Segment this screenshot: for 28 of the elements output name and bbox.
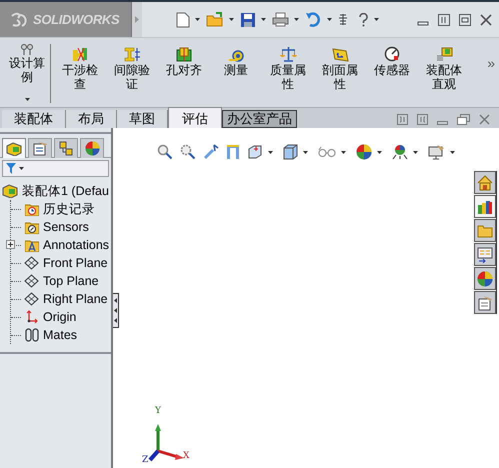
axis-label: X bbox=[183, 452, 190, 461]
tool-button[interactable]: 孔对齐 bbox=[165, 44, 203, 77]
study-button[interactable]: 设计算例 bbox=[0, 44, 50, 101]
tree-item[interactable]: Annotations bbox=[43, 236, 110, 254]
tree-item[interactable]: Right Plane bbox=[43, 290, 108, 308]
tree-item[interactable]: Sensors bbox=[43, 218, 89, 236]
more-button[interactable]: » bbox=[487, 56, 495, 70]
tree-item[interactable]: Front Plane bbox=[43, 254, 108, 272]
tool-button[interactable]: 装配体直观 bbox=[425, 44, 463, 91]
ribbon-tab[interactable]: 布局 bbox=[66, 110, 117, 128]
ribbon-tab[interactable]: 草图 bbox=[117, 110, 168, 128]
tree-item[interactable]: 装配体1 (Defau bbox=[22, 182, 109, 200]
tool-button[interactable]: 间隙验证 bbox=[113, 44, 151, 91]
tree-item[interactable]: Origin bbox=[43, 308, 76, 326]
ribbon-tab[interactable]: 办公室产品 bbox=[222, 110, 297, 128]
axis-label: Z bbox=[142, 456, 148, 465]
tree-item[interactable]: Mates bbox=[43, 326, 78, 344]
tool-button[interactable]: 质量属性 bbox=[269, 44, 307, 91]
tool-button[interactable]: 干涉检查 bbox=[61, 44, 99, 91]
axis-label: Y bbox=[155, 407, 161, 416]
tool-button[interactable]: 测量 bbox=[217, 44, 255, 77]
tool-button[interactable]: 传感器 bbox=[373, 44, 411, 77]
tree-item[interactable]: 历史记录 bbox=[43, 200, 95, 218]
app-logo: SOLIDWORKS bbox=[33, 10, 120, 29]
tree-item[interactable]: Top Plane bbox=[43, 272, 99, 290]
tool-button[interactable]: 剖面属性 bbox=[321, 44, 359, 91]
ribbon-tab[interactable]: 评估 bbox=[168, 107, 222, 128]
ribbon-tab[interactable]: 装配体 bbox=[2, 110, 66, 128]
